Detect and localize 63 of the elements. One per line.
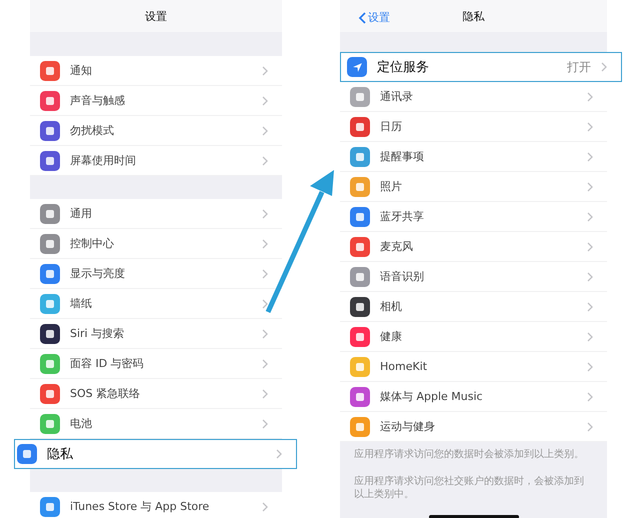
- chevron-icon: [587, 152, 593, 162]
- row-label: 日历: [380, 119, 403, 134]
- row-label: 健康: [380, 329, 403, 344]
- chevron-icon: [587, 122, 593, 132]
- chevron-icon: [587, 212, 593, 222]
- row-label: iTunes Store 与 App Store: [70, 499, 210, 514]
- footnote-text: 应用程序请求访问您的数据时会被添加到以上类别。: [354, 448, 585, 461]
- settings-row[interactable]: 隐私: [14, 439, 297, 469]
- row-label: 蓝牙共享: [380, 209, 425, 224]
- row-label: 通用: [70, 206, 93, 221]
- chevron-icon: [262, 96, 268, 106]
- chevron-icon: [262, 156, 268, 166]
- chevron-icon: [276, 449, 282, 459]
- chevron-icon: [587, 242, 593, 252]
- chevron-icon: [262, 328, 268, 338]
- row-label: SOS 紧急联络: [70, 386, 142, 401]
- chevron-icon: [262, 208, 268, 218]
- chevron-icon: [587, 332, 593, 342]
- chevron-icon: [587, 92, 593, 102]
- footnote-text: 应用程序请求访问您社交账户的数据时，会被添加到以上类别中。: [354, 475, 585, 501]
- row-label: Siri 与搜索: [70, 326, 126, 341]
- row-label: 定位服务: [377, 59, 430, 76]
- chevron-icon: [262, 126, 268, 136]
- row-label: 语音识别: [380, 269, 425, 284]
- row-label: 相机: [380, 299, 403, 314]
- chevron-icon: [587, 182, 593, 192]
- row-label: 面容 ID 与密码: [70, 356, 145, 371]
- row-label: 电池: [70, 416, 93, 431]
- chevron-icon: [262, 502, 268, 512]
- row-label: 声音与触感: [70, 93, 126, 108]
- row-label: 通知: [70, 63, 93, 78]
- chevron-icon: [587, 302, 593, 312]
- chevron-icon: [587, 272, 593, 282]
- row-label: 控制中心: [70, 236, 115, 251]
- row-label: 勿扰模式: [70, 123, 115, 138]
- chevron-icon: [587, 362, 593, 372]
- chevron-icon: [262, 358, 268, 368]
- row-label: 麦克风: [380, 239, 414, 254]
- row-label: 提醒事项: [380, 149, 425, 164]
- row-label: 运动与健身: [380, 419, 436, 434]
- row-label: 屏幕使用时间: [70, 153, 137, 168]
- row-label: 通讯录: [380, 89, 414, 104]
- back-icon: [358, 12, 366, 24]
- chevron-icon: [262, 388, 268, 398]
- row-value: 打开: [567, 58, 591, 76]
- settings-row[interactable]: 定位服务 打开: [340, 52, 622, 82]
- row-label: 显示与亮度: [70, 266, 126, 281]
- chevron-icon: [262, 268, 268, 278]
- chevron-icon: [601, 62, 607, 72]
- chevron-icon: [262, 418, 268, 428]
- chevron-icon: [587, 422, 593, 432]
- chevron-icon: [262, 298, 268, 308]
- nav-title: 隐私: [462, 8, 484, 24]
- row-label: 照片: [380, 179, 403, 194]
- chevron-icon: [262, 238, 268, 248]
- chevron-icon: [262, 66, 268, 76]
- back-button[interactable]: 设置: [358, 10, 390, 25]
- row-label: 墙纸: [70, 296, 93, 311]
- row-label: HomeKit: [380, 360, 428, 373]
- nav-title: 设置: [145, 8, 167, 24]
- chevron-icon: [587, 392, 593, 402]
- row-label: 隐私: [47, 446, 74, 463]
- row-label: 媒体与 Apple Music: [380, 389, 484, 404]
